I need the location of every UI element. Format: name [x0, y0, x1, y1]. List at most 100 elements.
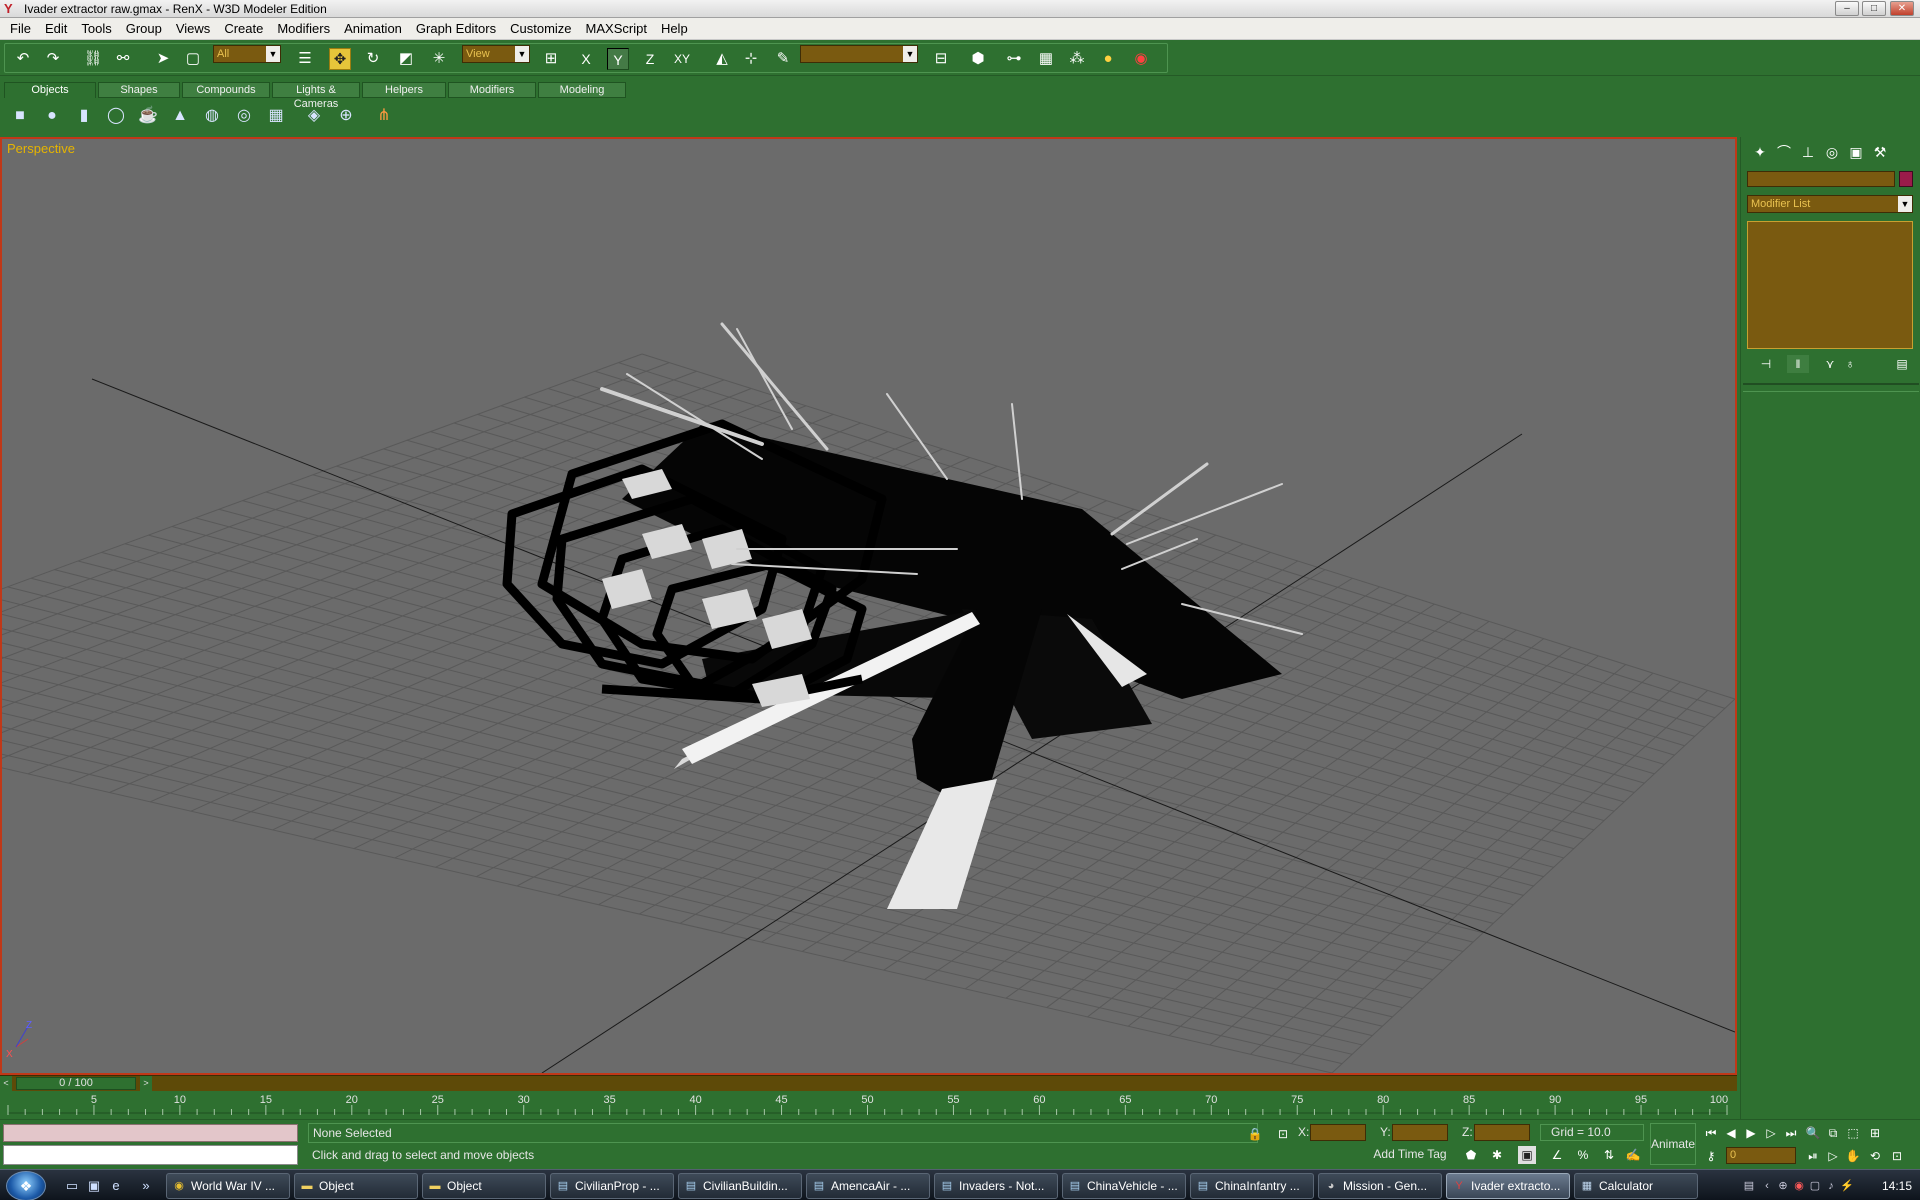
viewport-label[interactable]: Perspective	[7, 141, 75, 156]
maximize-viewport-icon[interactable]: ⊡	[1888, 1147, 1906, 1165]
time-config-icon[interactable]: ⏯	[1804, 1147, 1822, 1165]
add-time-tag-button[interactable]: Add Time Tag	[1355, 1145, 1465, 1165]
menu-maxscript[interactable]: MAXScript	[579, 19, 654, 39]
undo-icon[interactable]: ↶	[12, 48, 34, 70]
spinner-snap-icon[interactable]: ⇅	[1600, 1146, 1618, 1164]
zoom-extents-icon[interactable]: ⬚	[1844, 1124, 1862, 1142]
cone-icon[interactable]: ▲	[168, 104, 192, 128]
quick-render-icon[interactable]: ◉	[1130, 48, 1152, 70]
motion-tab-icon[interactable]: ◎	[1821, 141, 1843, 163]
display-tab-icon[interactable]: ▣	[1845, 141, 1867, 163]
axis-xy-icon[interactable]: XY	[671, 48, 693, 70]
minimize-button[interactable]: –	[1835, 1, 1859, 16]
snap-toggle-icon[interactable]: ▣	[1518, 1146, 1536, 1164]
go-to-end-icon[interactable]: ⏭	[1782, 1124, 1800, 1142]
redo-icon[interactable]: ↷	[42, 48, 64, 70]
cylinder-icon[interactable]: ▮	[72, 104, 96, 128]
transform-gizmo-icon[interactable]: ✳	[428, 48, 450, 70]
pivot-icon[interactable]: ⊞	[540, 48, 562, 70]
perspective-viewport[interactable]: Perspective Z X	[0, 137, 1737, 1075]
material-editor-icon[interactable]: ⬢	[967, 48, 989, 70]
show-end-result-icon[interactable]: ‖	[1787, 355, 1809, 373]
tray-expand-icon[interactable]: ‹	[1760, 1179, 1774, 1193]
time-slider[interactable]: < 0 / 100 >	[0, 1075, 1737, 1091]
menu-customize[interactable]: Customize	[503, 19, 578, 39]
box-icon[interactable]: ■	[8, 104, 32, 128]
tube-icon[interactable]: ◎	[232, 104, 256, 128]
field-of-view-icon[interactable]: ▷	[1824, 1147, 1842, 1165]
menu-file[interactable]: File	[3, 19, 38, 39]
reference-coord-dropdown[interactable]: View ▼	[462, 45, 530, 63]
align-icon[interactable]: ⊹	[740, 48, 762, 70]
track-view-icon[interactable]: ⊟	[930, 48, 952, 70]
power-icon[interactable]: ⚡	[1840, 1179, 1854, 1193]
tab-helpers[interactable]: Helpers	[362, 82, 446, 98]
menu-animation[interactable]: Animation	[337, 19, 409, 39]
maximize-button[interactable]: □	[1862, 1, 1886, 16]
render-icon[interactable]: ▦	[1035, 48, 1057, 70]
tab-objects[interactable]: Objects	[4, 82, 96, 98]
arc-rotate-icon[interactable]: ⟲	[1866, 1147, 1884, 1165]
tab-modeling[interactable]: Modeling	[538, 82, 626, 98]
time-slider-thumb[interactable]: 0 / 100	[16, 1077, 136, 1090]
go-to-start-icon[interactable]: ⏮	[1702, 1124, 1720, 1142]
absolute-mode-icon[interactable]: ⊡	[1274, 1125, 1292, 1143]
grid-helper-icon[interactable]: ◈	[302, 104, 326, 128]
menu-views[interactable]: Views	[169, 19, 217, 39]
unlink-icon[interactable]: ⚯	[112, 48, 134, 70]
material-id-icon[interactable]: ⁂	[1066, 48, 1088, 70]
taskbar-item[interactable]: ▤ CivilianProp - ...	[550, 1173, 674, 1199]
schematic-icon[interactable]: ⊶	[1003, 48, 1025, 70]
pin-stack-icon[interactable]: ⊣	[1755, 355, 1777, 373]
lock-selection-icon[interactable]: 🔒	[1246, 1125, 1264, 1143]
select-icon[interactable]: ➤	[152, 48, 174, 70]
teapot-icon[interactable]: ☕	[136, 104, 160, 128]
current-frame-field[interactable]: 0	[1726, 1147, 1796, 1164]
geosphere-icon[interactable]: ◍	[200, 104, 224, 128]
axis-z-icon[interactable]: Z	[639, 48, 661, 70]
menu-graph-editors[interactable]: Graph Editors	[409, 19, 503, 39]
modify-tab-icon[interactable]: ⌒	[1773, 141, 1795, 163]
select-link-icon[interactable]: ⛓	[82, 48, 104, 70]
taskbar-item[interactable]: ▬ Object	[422, 1173, 546, 1199]
zoom-all-icon[interactable]: ⧉	[1824, 1124, 1842, 1142]
taskbar-item[interactable]: ▤ ChinaVehicle - ...	[1062, 1173, 1186, 1199]
tab-modifiers[interactable]: Modifiers	[448, 82, 536, 98]
time-prev-button[interactable]: <	[0, 1076, 12, 1091]
tab-compounds[interactable]: Compounds	[182, 82, 270, 98]
previous-frame-icon[interactable]: ◀	[1722, 1124, 1740, 1142]
next-frame-icon[interactable]: ▷	[1762, 1124, 1780, 1142]
axis-y-icon[interactable]: Y	[607, 48, 629, 70]
tab-shapes[interactable]: Shapes	[98, 82, 180, 98]
taskbar-item[interactable]: Y Ivader extracto...	[1446, 1173, 1570, 1199]
taskbar-item[interactable]: ▬ Object	[294, 1173, 418, 1199]
menu-tools[interactable]: Tools	[74, 19, 118, 39]
quicklaunch-more-icon[interactable]: »	[138, 1178, 154, 1194]
color-icon[interactable]: ●	[1097, 48, 1119, 70]
z-coord-field[interactable]	[1474, 1124, 1530, 1141]
menu-help[interactable]: Help	[654, 19, 695, 39]
menu-modifiers[interactable]: Modifiers	[270, 19, 337, 39]
bone-icon[interactable]: ⋔	[372, 104, 396, 128]
network-icon[interactable]: ⊕	[1776, 1179, 1790, 1193]
security-icon[interactable]: ◉	[1792, 1179, 1806, 1193]
zoom-icon[interactable]: 🔍	[1804, 1124, 1822, 1142]
select-name-icon[interactable]: ☰	[294, 48, 316, 70]
scale-icon[interactable]: ◩	[395, 48, 417, 70]
patch-grid-icon[interactable]: ⊕	[334, 104, 358, 128]
time-next-button[interactable]: >	[140, 1076, 152, 1091]
rotate-icon[interactable]: ↻	[362, 48, 384, 70]
taskbar-item[interactable]: ◉ World War IV ...	[166, 1173, 290, 1199]
move-icon[interactable]: ✥	[329, 48, 351, 70]
maxscript-listener-input[interactable]	[3, 1145, 298, 1165]
taskbar-item[interactable]: ▤ ChinaInfantry ...	[1190, 1173, 1314, 1199]
play-icon[interactable]: ▶	[1742, 1124, 1760, 1142]
start-button[interactable]: ❖	[6, 1171, 46, 1200]
select-region-icon[interactable]: ▢	[182, 48, 204, 70]
modifier-list-dropdown[interactable]: Modifier List ▼	[1747, 195, 1913, 213]
edit-named-selection-icon[interactable]: ✍	[1624, 1146, 1642, 1164]
degradation-override-icon[interactable]: ✱	[1488, 1146, 1506, 1164]
taskbar-item[interactable]: ▤ CivilianBuildin...	[678, 1173, 802, 1199]
axis-x-icon[interactable]: X	[575, 48, 597, 70]
configure-sets-icon[interactable]: ▤	[1891, 355, 1913, 373]
